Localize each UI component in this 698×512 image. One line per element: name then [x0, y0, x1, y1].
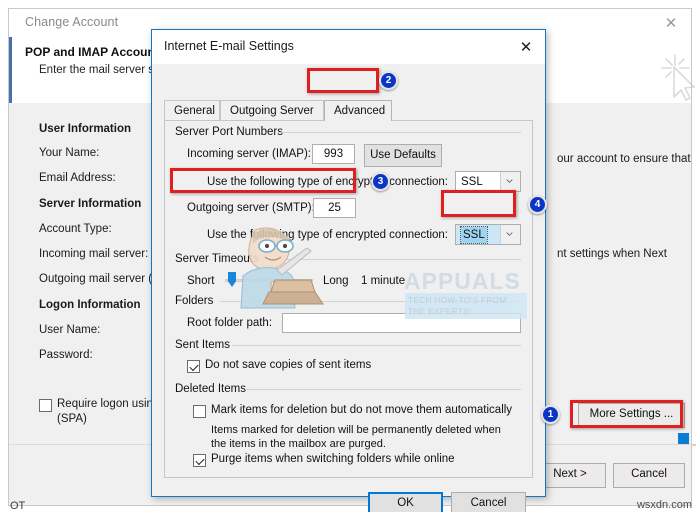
group-divider: [232, 345, 521, 346]
label-root-folder-path: Root folder path:: [187, 317, 273, 329]
dialog-ok-button[interactable]: OK: [368, 492, 443, 512]
chevron-down-icon[interactable]: [500, 225, 520, 244]
right-info-text-1: our account to ensure that: [557, 153, 691, 165]
label-timeout-short: Short: [187, 275, 215, 287]
label-logon-information: Logon Information: [39, 299, 141, 311]
highlight-more-settings: [570, 400, 683, 428]
header-accent-bar: [9, 37, 12, 103]
outgoing-server-port-input[interactable]: 25: [313, 198, 356, 218]
label-incoming-mail-server: Incoming mail server:: [39, 248, 149, 260]
group-folders: Folders: [175, 295, 214, 307]
bottom-left-fragment: OT: [10, 500, 26, 512]
badge-1: 1: [541, 405, 560, 424]
mark-items-for-deletion-label: Mark items for deletion but do not move …: [211, 404, 513, 416]
group-server-port-numbers: Server Port Numbers: [175, 126, 284, 138]
screenshot-root: Change Account ✕ POP and IMAP Account Se…: [0, 0, 698, 512]
close-icon[interactable]: ✕: [661, 13, 681, 33]
highlight-smtp-port-row: [170, 168, 356, 193]
incoming-server-port-input[interactable]: 993: [312, 144, 355, 164]
internet-email-settings-dialog: Internet E-mail Settings ✕ General Outgo…: [151, 29, 546, 512]
footer-watermark: wsxdn.com: [636, 499, 692, 511]
slider-track: [225, 279, 313, 282]
label-server-information: Server Information: [39, 198, 142, 210]
deleted-items-note-line2: the items in the mailbox are purged.: [211, 438, 386, 450]
incoming-encryption-value: SSL: [461, 176, 483, 188]
label-incoming-server-port: Incoming server (IMAP):: [187, 148, 311, 160]
group-deleted-items: Deleted Items: [175, 383, 246, 395]
label-email-address: Email Address:: [39, 172, 116, 184]
outgoing-encryption-value: SSL: [460, 226, 488, 244]
dialog-title: Internet E-mail Settings: [164, 39, 294, 53]
tab-advanced[interactable]: Advanced: [324, 100, 392, 121]
require-spa-label-line2: (SPA): [57, 413, 87, 425]
change-account-title: Change Account: [25, 15, 119, 29]
label-timeout-value: 1 minute: [361, 275, 406, 287]
use-defaults-button[interactable]: Use Defaults: [364, 144, 442, 167]
chevron-down-icon[interactable]: [500, 172, 520, 191]
label-account-type: Account Type:: [39, 223, 112, 235]
purge-items-checkbox[interactable]: [193, 454, 206, 467]
label-outgoing-server-port: Outgoing server (SMTP):: [187, 202, 315, 214]
badge-4: 4: [528, 195, 547, 214]
incoming-encryption-combo[interactable]: SSL: [455, 171, 521, 192]
root-folder-path-input[interactable]: [282, 313, 521, 333]
outgoing-encryption-combo[interactable]: SSL: [455, 224, 521, 245]
label-user-information: User Information: [39, 123, 132, 135]
require-spa-label-line1: Require logon using: [57, 398, 160, 410]
label-timeout-long: Long: [323, 275, 349, 287]
highlight-advanced-tab: [307, 68, 379, 93]
group-divider: [260, 259, 521, 260]
label-user-name: User Name:: [39, 324, 101, 336]
label-outgoing-mail-server: Outgoing mail server (S: [39, 273, 160, 285]
server-timeout-slider[interactable]: [225, 272, 313, 288]
label-your-name: Your Name:: [39, 147, 100, 159]
tab-general[interactable]: General: [164, 100, 220, 121]
slider-thumb[interactable]: [228, 272, 236, 287]
group-server-timeouts: Server Timeouts: [175, 253, 259, 265]
group-sent-items: Sent Items: [175, 339, 230, 351]
cursor-sparkle-icon: [661, 54, 695, 101]
do-not-save-sent-items-checkbox[interactable]: [187, 360, 200, 373]
close-icon[interactable]: ✕: [515, 37, 537, 57]
label-password: Password:: [39, 349, 93, 361]
mark-items-for-deletion-checkbox[interactable]: [193, 405, 206, 418]
highlight-outgoing-encryption: [441, 190, 516, 217]
do-not-save-sent-items-label: Do not save copies of sent items: [205, 359, 372, 371]
right-info-text-2: nt settings when Next: [557, 248, 667, 260]
purge-items-label: Purge items when switching folders while…: [211, 453, 455, 465]
require-spa-checkbox[interactable]: [39, 399, 52, 412]
dialog-cancel-button[interactable]: Cancel: [451, 492, 526, 512]
badge-2: 2: [379, 71, 398, 90]
dialog-titlebar: Internet E-mail Settings ✕: [152, 30, 545, 64]
group-divider: [278, 132, 521, 133]
badge-3: 3: [371, 172, 390, 191]
label-outgoing-encryption: Use the following type of encrypted conn…: [207, 229, 449, 241]
tab-outgoing-server[interactable]: Outgoing Server: [220, 100, 324, 121]
group-divider: [245, 389, 521, 390]
group-divider: [220, 301, 521, 302]
cancel-button[interactable]: Cancel: [613, 463, 685, 488]
deleted-items-note-line1: Items marked for deletion will be perman…: [211, 424, 501, 436]
